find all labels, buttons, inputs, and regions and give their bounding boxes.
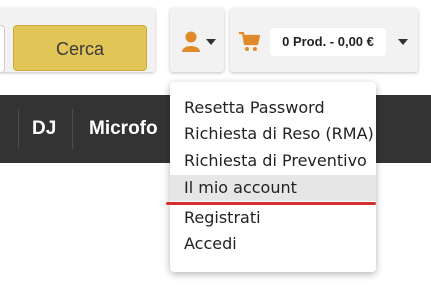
- menu-item-register[interactable]: Registrati: [170, 205, 376, 231]
- user-menu-button[interactable]: [170, 8, 224, 72]
- cart-total: 0 Prod. - 0,00 €: [270, 28, 386, 56]
- highlight-underline: [166, 202, 376, 205]
- menu-item-rma-request[interactable]: Richiesta di Reso (RMA): [170, 121, 376, 147]
- menu-item-reset-password[interactable]: Resetta Password: [170, 95, 376, 121]
- search-button[interactable]: Cerca: [13, 25, 147, 71]
- menu-item-login[interactable]: Accedi: [170, 231, 376, 257]
- menu-item-quote-request[interactable]: Richiesta di Preventivo: [170, 148, 376, 174]
- search-input[interactable]: [0, 25, 5, 73]
- header-bar: Cerca 0 Prod. - 0,00 €: [0, 0, 431, 95]
- nav-item-microfoni[interactable]: Microfo: [89, 95, 158, 163]
- cart-button[interactable]: 0 Prod. - 0,00 €: [230, 8, 418, 72]
- cart-icon: [239, 32, 261, 51]
- user-icon: [182, 31, 200, 52]
- nav-item-dj[interactable]: DJ: [32, 95, 56, 163]
- chevron-down-icon: [398, 39, 408, 45]
- account-dropdown-menu: Resetta Password Richiesta di Reso (RMA)…: [170, 82, 376, 272]
- nav-divider: [18, 109, 19, 149]
- nav-divider: [72, 109, 73, 149]
- search-area: Cerca: [0, 8, 155, 73]
- chevron-down-icon: [206, 39, 216, 45]
- menu-item-my-account[interactable]: Il mio account: [170, 175, 376, 201]
